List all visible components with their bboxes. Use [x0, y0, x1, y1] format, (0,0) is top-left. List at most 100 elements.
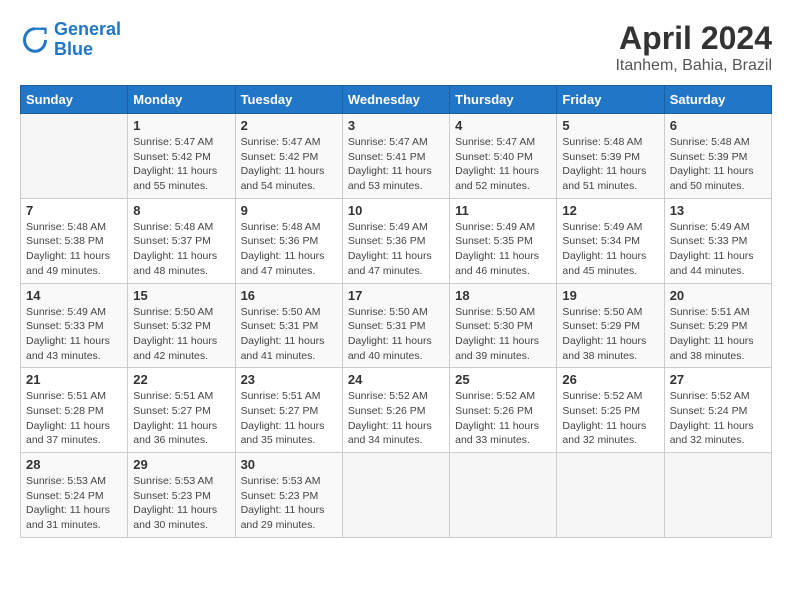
week-row-2: 7Sunrise: 5:48 AM Sunset: 5:38 PM Daylig… — [21, 198, 772, 283]
day-number: 24 — [348, 372, 444, 387]
day-number: 11 — [455, 203, 551, 218]
day-number: 8 — [133, 203, 229, 218]
day-info: Sunrise: 5:51 AM Sunset: 5:28 PM Dayligh… — [26, 389, 122, 448]
day-info: Sunrise: 5:51 AM Sunset: 5:29 PM Dayligh… — [670, 305, 766, 364]
day-info: Sunrise: 5:50 AM Sunset: 5:29 PM Dayligh… — [562, 305, 658, 364]
calendar-subtitle: Itanhem, Bahia, Brazil — [615, 57, 772, 75]
day-number: 22 — [133, 372, 229, 387]
day-number: 2 — [241, 118, 337, 133]
calendar-cell: 10Sunrise: 5:49 AM Sunset: 5:36 PM Dayli… — [342, 198, 449, 283]
day-header-sunday: Sunday — [21, 86, 128, 114]
calendar-cell: 22Sunrise: 5:51 AM Sunset: 5:27 PM Dayli… — [128, 368, 235, 453]
calendar-cell: 14 Sunrise: 5:49 AM Sunset: 5:33 PM Dayli… — [21, 283, 128, 368]
day-info: Sunrise: 5:48 AM Sunset: 5:39 PM Dayligh… — [670, 135, 766, 194]
day-number: 13 — [670, 203, 766, 218]
day-number: 15 — [133, 288, 229, 303]
day-number: 7 — [26, 203, 122, 218]
day-number: 5 — [562, 118, 658, 133]
day-number: 14 — [26, 288, 122, 303]
day-number: 29 — [133, 457, 229, 472]
calendar-cell — [664, 453, 771, 538]
week-row-1: 1 Sunrise: 5:47 AM Sunset: 5:42 PM Daylig… — [21, 114, 772, 199]
day-info: Sunrise: 5:50 AM Sunset: 5:30 PM Dayligh… — [455, 305, 551, 364]
day-info: Sunrise: 5:47 AM Sunset: 5:41 PM Dayligh… — [348, 135, 444, 194]
calendar-cell: 8 Sunrise: 5:48 AM Sunset: 5:37 PM Daylig… — [128, 198, 235, 283]
day-info: Sunrise: 5:52 AM Sunset: 5:26 PM Dayligh… — [348, 389, 444, 448]
calendar-cell — [557, 453, 664, 538]
day-info: Sunrise: 5:49 AM Sunset: 5:34 PM Dayligh… — [562, 220, 658, 279]
calendar-cell: 18 Sunrise: 5:50 AM Sunset: 5:30 PM Dayli… — [450, 283, 557, 368]
page-header: General Blue April 2024 Itanhem, Bahia, … — [20, 20, 772, 75]
day-number: 4 — [455, 118, 551, 133]
calendar-cell — [21, 114, 128, 199]
day-info: Sunrise: 5:48 AM Sunset: 5:37 PM Dayligh… — [133, 220, 229, 279]
calendar-cell: 13 Sunrise: 5:49 AM Sunset: 5:33 PM Dayli… — [664, 198, 771, 283]
calendar-cell: 29 Sunrise: 5:53 AM Sunset: 5:23 PM Dayli… — [128, 453, 235, 538]
day-header-thursday: Thursday — [450, 86, 557, 114]
title-block: April 2024 Itanhem, Bahia, Brazil — [615, 20, 772, 75]
day-number: 19 — [562, 288, 658, 303]
calendar-cell: 20 Sunrise: 5:51 AM Sunset: 5:29 PM Dayli… — [664, 283, 771, 368]
day-number: 30 — [241, 457, 337, 472]
calendar-cell: 15Sunrise: 5:50 AM Sunset: 5:32 PM Dayli… — [128, 283, 235, 368]
day-number: 20 — [670, 288, 766, 303]
day-number: 6 — [670, 118, 766, 133]
calendar-cell: 9Sunrise: 5:48 AM Sunset: 5:36 PM Daylig… — [235, 198, 342, 283]
calendar-cell: 19 Sunrise: 5:50 AM Sunset: 5:29 PM Dayli… — [557, 283, 664, 368]
day-info: Sunrise: 5:50 AM Sunset: 5:31 PM Dayligh… — [348, 305, 444, 364]
calendar-table: SundayMondayTuesdayWednesdayThursdayFrid… — [20, 85, 772, 538]
week-row-4: 21Sunrise: 5:51 AM Sunset: 5:28 PM Dayli… — [21, 368, 772, 453]
logo-text: General Blue — [54, 20, 121, 60]
day-number: 9 — [241, 203, 337, 218]
calendar-cell: 23Sunrise: 5:51 AM Sunset: 5:27 PM Dayli… — [235, 368, 342, 453]
day-info: Sunrise: 5:49 AM Sunset: 5:33 PM Dayligh… — [26, 305, 122, 364]
day-info: Sunrise: 5:52 AM Sunset: 5:24 PM Dayligh… — [670, 389, 766, 448]
calendar-cell: 5 Sunrise: 5:48 AM Sunset: 5:39 PM Daylig… — [557, 114, 664, 199]
logo: General Blue — [20, 20, 121, 60]
week-row-5: 28 Sunrise: 5:53 AM Sunset: 5:24 PM Dayli… — [21, 453, 772, 538]
day-info: Sunrise: 5:53 AM Sunset: 5:23 PM Dayligh… — [133, 474, 229, 533]
calendar-cell: 17 Sunrise: 5:50 AM Sunset: 5:31 PM Dayli… — [342, 283, 449, 368]
calendar-cell: 6 Sunrise: 5:48 AM Sunset: 5:39 PM Daylig… — [664, 114, 771, 199]
day-number: 3 — [348, 118, 444, 133]
day-header-wednesday: Wednesday — [342, 86, 449, 114]
calendar-cell: 1 Sunrise: 5:47 AM Sunset: 5:42 PM Daylig… — [128, 114, 235, 199]
calendar-cell: 27 Sunrise: 5:52 AM Sunset: 5:24 PM Dayli… — [664, 368, 771, 453]
calendar-cell: 4Sunrise: 5:47 AM Sunset: 5:40 PM Daylig… — [450, 114, 557, 199]
calendar-cell: 28 Sunrise: 5:53 AM Sunset: 5:24 PM Dayli… — [21, 453, 128, 538]
day-info: Sunrise: 5:52 AM Sunset: 5:26 PM Dayligh… — [455, 389, 551, 448]
day-number: 17 — [348, 288, 444, 303]
day-info: Sunrise: 5:51 AM Sunset: 5:27 PM Dayligh… — [241, 389, 337, 448]
calendar-cell — [450, 453, 557, 538]
day-header-tuesday: Tuesday — [235, 86, 342, 114]
calendar-cell: 12 Sunrise: 5:49 AM Sunset: 5:34 PM Dayli… — [557, 198, 664, 283]
day-number: 1 — [133, 118, 229, 133]
logo-icon — [20, 25, 50, 55]
calendar-cell: 30 Sunrise: 5:53 AM Sunset: 5:23 PM Dayli… — [235, 453, 342, 538]
calendar-cell: 7Sunrise: 5:48 AM Sunset: 5:38 PM Daylig… — [21, 198, 128, 283]
day-info: Sunrise: 5:47 AM Sunset: 5:42 PM Dayligh… — [241, 135, 337, 194]
day-info: Sunrise: 5:53 AM Sunset: 5:24 PM Dayligh… — [26, 474, 122, 533]
calendar-cell: 3 Sunrise: 5:47 AM Sunset: 5:41 PM Daylig… — [342, 114, 449, 199]
calendar-cell: 21Sunrise: 5:51 AM Sunset: 5:28 PM Dayli… — [21, 368, 128, 453]
day-header-friday: Friday — [557, 86, 664, 114]
day-header-monday: Monday — [128, 86, 235, 114]
day-info: Sunrise: 5:52 AM Sunset: 5:25 PM Dayligh… — [562, 389, 658, 448]
day-info: Sunrise: 5:50 AM Sunset: 5:31 PM Dayligh… — [241, 305, 337, 364]
calendar-title: April 2024 — [615, 20, 772, 57]
day-number: 27 — [670, 372, 766, 387]
day-number: 28 — [26, 457, 122, 472]
day-number: 18 — [455, 288, 551, 303]
calendar-header-row: SundayMondayTuesdayWednesdayThursdayFrid… — [21, 86, 772, 114]
calendar-cell: 11Sunrise: 5:49 AM Sunset: 5:35 PM Dayli… — [450, 198, 557, 283]
calendar-cell: 25Sunrise: 5:52 AM Sunset: 5:26 PM Dayli… — [450, 368, 557, 453]
calendar-cell: 24 Sunrise: 5:52 AM Sunset: 5:26 PM Dayli… — [342, 368, 449, 453]
day-info: Sunrise: 5:53 AM Sunset: 5:23 PM Dayligh… — [241, 474, 337, 533]
calendar-cell: 16Sunrise: 5:50 AM Sunset: 5:31 PM Dayli… — [235, 283, 342, 368]
calendar-cell: 2 Sunrise: 5:47 AM Sunset: 5:42 PM Daylig… — [235, 114, 342, 199]
day-info: Sunrise: 5:47 AM Sunset: 5:42 PM Dayligh… — [133, 135, 229, 194]
day-info: Sunrise: 5:48 AM Sunset: 5:39 PM Dayligh… — [562, 135, 658, 194]
week-row-3: 14 Sunrise: 5:49 AM Sunset: 5:33 PM Dayli… — [21, 283, 772, 368]
day-number: 12 — [562, 203, 658, 218]
day-info: Sunrise: 5:49 AM Sunset: 5:33 PM Dayligh… — [670, 220, 766, 279]
